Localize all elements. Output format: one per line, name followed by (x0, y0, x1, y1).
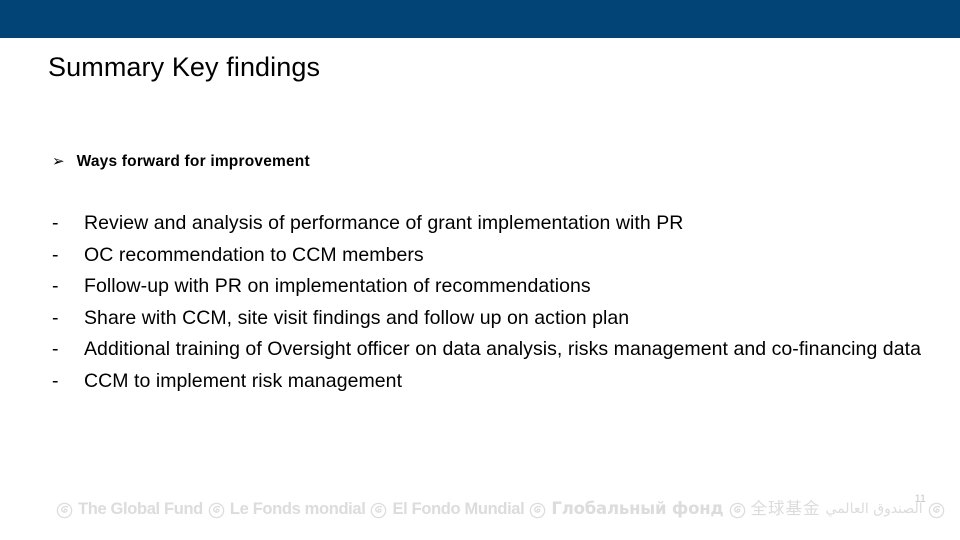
footer-name-ru: Глобальный фонд (551, 499, 724, 518)
dash-marker: - (52, 275, 59, 298)
global-fund-spiral-logo-icon (208, 502, 225, 519)
chevron-right-arrow-icon: ➢ (52, 152, 65, 170)
header-accent-bar (0, 0, 960, 38)
list-item: - OC recommendation to CCM members (52, 240, 932, 272)
slide: Summary Key findings ➢ Ways forward for … (0, 0, 960, 540)
global-fund-spiral-logo-icon (370, 502, 387, 519)
dash-marker: - (52, 369, 59, 392)
list-item-text: Review and analysis of performance of gr… (84, 212, 684, 234)
headline-row: ➢ Ways forward for improvement (52, 151, 310, 172)
dash-marker: - (52, 338, 59, 361)
footer-name-fr: Le Fonds mondial (229, 500, 366, 518)
page-title: Summary Key findings (48, 52, 321, 82)
global-fund-spiral-logo-icon (928, 502, 945, 519)
global-fund-spiral-logo-icon (529, 502, 546, 519)
list-item-text: Additional training of Oversight officer… (84, 338, 921, 361)
list-item: - Additional training of Oversight offic… (52, 334, 932, 366)
page-number: 11 (914, 493, 926, 505)
footer-name-en: The Global Fund (78, 500, 203, 518)
list-item-text: Follow-up with PR on implementation of r… (84, 275, 591, 298)
list-item: - CCM to implement risk management (52, 366, 932, 398)
list-item: - Follow-up with PR on implementation of… (52, 271, 932, 303)
dash-marker: - (52, 243, 59, 266)
footer-name-ar: الصندوق العالمي (825, 501, 924, 517)
dash-marker: - (52, 212, 59, 234)
list-item-text: CCM to implement risk management (84, 369, 403, 392)
global-fund-spiral-logo-icon (56, 502, 73, 519)
findings-list: - Review and analysis of performance of … (52, 208, 932, 398)
list-item-text: OC recommendation to CCM members (84, 243, 424, 266)
footer-name-zh: 全球基金 (750, 499, 821, 518)
headline-label: Ways forward for improvement (76, 153, 310, 170)
list-item-text: Share with CCM, site visit findings and … (84, 306, 630, 329)
dash-marker: - (52, 306, 59, 329)
footer-logo-lockup: The Global Fund Le Fonds mondial El Fond… (56, 498, 945, 520)
footer-name-es: El Fondo Mundial (392, 500, 525, 518)
list-item: - Share with CCM, site visit findings an… (52, 303, 932, 335)
list-item: - Review and analysis of performance of … (52, 208, 932, 240)
global-fund-spiral-logo-icon (729, 502, 746, 519)
